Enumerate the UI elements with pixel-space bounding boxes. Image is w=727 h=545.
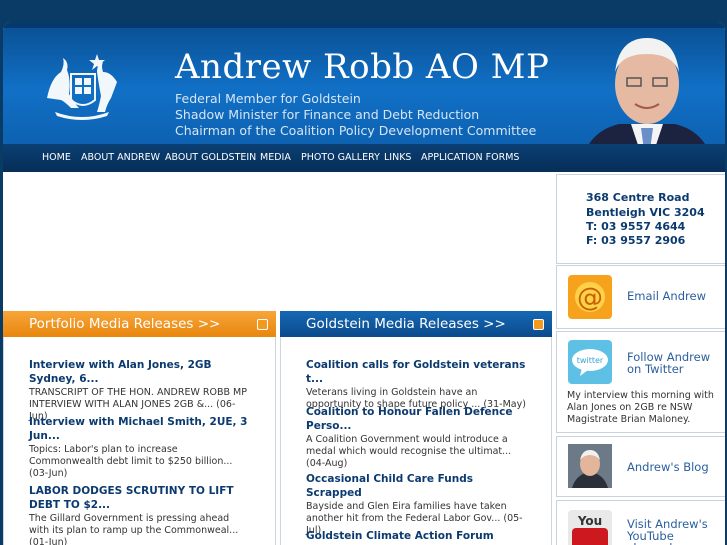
nav-media[interactable]: MEDIA xyxy=(260,152,291,163)
release-link[interactable]: Goldstein Climate Action Forum xyxy=(306,529,526,543)
youtube-link[interactable]: Visit Andrew's YouTube channel xyxy=(627,518,721,545)
twitter-link[interactable]: Follow Andrew on Twitter xyxy=(627,351,721,375)
nav-photo-gallery[interactable]: PHOTO GALLERY xyxy=(301,152,380,163)
nav-about-andrew[interactable]: ABOUT ANDREW xyxy=(81,152,160,163)
youtube-icon[interactable]: You xyxy=(568,510,612,545)
email-box[interactable]: @ Email Andrew xyxy=(556,265,725,329)
nav-home[interactable]: HOME xyxy=(42,152,71,163)
twitter-box: twitter Follow Andrew on Twitter My inte… xyxy=(556,331,725,433)
nav-application-forms[interactable]: APPLICATION FORMS xyxy=(421,152,519,163)
site-header: Andrew Robb AO MP Federal Member for Gol… xyxy=(3,22,725,172)
portfolio-releases-title[interactable]: Portfolio Media Releases >> xyxy=(29,316,220,332)
page: Andrew Robb AO MP Federal Member for Gol… xyxy=(3,22,725,545)
twitter-icon[interactable]: twitter xyxy=(568,340,612,384)
svg-text:twitter: twitter xyxy=(577,356,604,365)
latest-tweet: My interview this morning with Alan Jone… xyxy=(567,390,714,425)
list-item: Interview with Michael Smith, 2UE, 3 Jun… xyxy=(29,415,249,480)
subtitle-member: Federal Member for Goldstein xyxy=(175,91,361,106)
nav-about-goldstein[interactable]: ABOUT GOLDSTEIN xyxy=(165,152,256,163)
goldstein-releases-list: Coalition calls for Goldstein veterans t… xyxy=(280,337,552,545)
list-item: Occasional Child Care Funds Scrapped Bay… xyxy=(306,472,526,537)
list-item: Goldstein Climate Action Forum xyxy=(306,529,526,543)
release-link[interactable]: Coalition calls for Goldstein veterans t… xyxy=(306,358,526,386)
release-summary: The Gillard Government is pressing ahead… xyxy=(29,513,239,545)
subtitle-chairman: Chairman of the Coalition Policy Develop… xyxy=(175,123,537,138)
release-summary: Topics: Labor's plan to increase Commonw… xyxy=(29,444,233,479)
list-item: Coalition calls for Goldstein veterans t… xyxy=(306,358,526,411)
release-link[interactable]: LABOR DODGES SCRUTINY TO LIFT DEBT TO $2… xyxy=(29,484,249,512)
coat-of-arms-icon xyxy=(47,54,117,120)
address-suburb: Bentleigh VIC 3204 xyxy=(586,206,705,219)
youtube-box[interactable]: You Visit Andrew's YouTube channel xyxy=(556,500,725,545)
address-street: 368 Centre Road xyxy=(586,191,690,204)
site-title: Andrew Robb AO MP xyxy=(175,47,550,87)
release-link[interactable]: Interview with Alan Jones, 2GB Sydney, 6… xyxy=(29,358,249,386)
portfolio-releases-header[interactable]: Portfolio Media Releases >> xyxy=(3,311,276,337)
rss-icon[interactable] xyxy=(257,319,268,330)
release-link[interactable]: Interview with Michael Smith, 2UE, 3 Jun… xyxy=(29,415,249,443)
email-icon[interactable]: @ xyxy=(568,275,612,319)
release-link[interactable]: Occasional Child Care Funds Scrapped xyxy=(306,472,526,500)
svg-text:@: @ xyxy=(577,283,603,313)
list-item: LABOR DODGES SCRUTINY TO LIFT DEBT TO $2… xyxy=(29,484,249,545)
goldstein-releases-title[interactable]: Goldstein Media Releases >> xyxy=(306,316,506,332)
nav-links[interactable]: LINKS xyxy=(384,152,411,163)
address-fax: F: 03 9557 2906 xyxy=(586,234,686,247)
svg-text:You: You xyxy=(577,514,602,528)
address-phone: T: 03 9557 4644 xyxy=(586,220,686,233)
release-summary: A Coalition Government would introduce a… xyxy=(306,434,512,469)
rss-icon[interactable] xyxy=(533,319,544,330)
office-address: 368 Centre Road Bentleigh VIC 3204 T: 03… xyxy=(556,174,725,264)
subtitle-shadow-minister: Shadow Minister for Finance and Debt Red… xyxy=(175,107,480,122)
blog-box[interactable]: Andrew's Blog xyxy=(556,436,725,497)
release-link[interactable]: Coalition to Honour Fallen Defence Perso… xyxy=(306,405,526,433)
blog-link[interactable]: Andrew's Blog xyxy=(627,461,709,473)
email-link[interactable]: Email Andrew xyxy=(627,290,706,302)
goldstein-releases-header[interactable]: Goldstein Media Releases >> xyxy=(280,311,552,337)
list-item: Coalition to Honour Fallen Defence Perso… xyxy=(306,405,526,470)
main-nav: HOME ABOUT ANDREW ABOUT GOLDSTEIN MEDIA … xyxy=(3,144,725,172)
list-item: Interview with Alan Jones, 2GB Sydney, 6… xyxy=(29,358,249,423)
portfolio-releases-list: Interview with Alan Jones, 2GB Sydney, 6… xyxy=(3,337,276,545)
blog-portrait-icon[interactable] xyxy=(568,444,612,488)
